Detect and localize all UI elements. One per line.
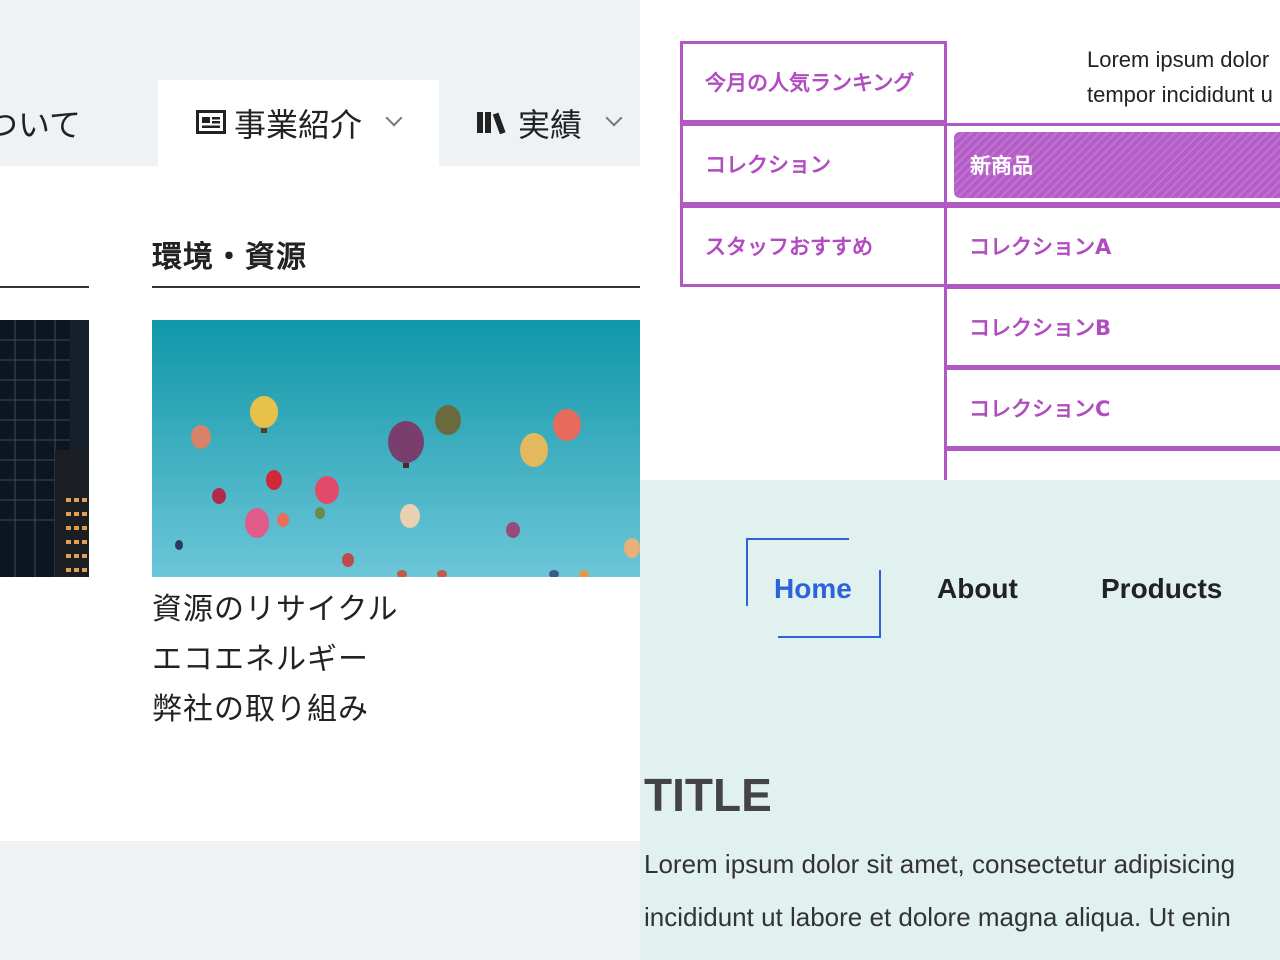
- body-text: Lorem ipsum dolor sit amet, consectetur …: [644, 838, 1280, 960]
- submenu-item-collection-b[interactable]: コレクションB: [944, 286, 1280, 368]
- menu-item-collection[interactable]: コレクション: [680, 123, 947, 205]
- submenu-item-new-products[interactable]: 新商品: [954, 132, 1280, 198]
- nav-frame-line: [879, 570, 881, 638]
- menu-item-label: コレクション: [705, 153, 831, 177]
- tab-about-label: ついて: [0, 106, 82, 144]
- submenu-item-collection-c[interactable]: コレクションC: [944, 367, 1280, 449]
- building-photo: [0, 320, 89, 577]
- dropdown-panel: 環境・資源 資源のリサイクル エコエネルギー 弊社の取り組み: [0, 166, 640, 841]
- menu-item-label: スタッフおすすめ: [705, 235, 873, 259]
- nav-about-link[interactable]: About: [937, 573, 1018, 605]
- lorem-line: tempor incididunt u: [1087, 82, 1273, 107]
- hot-air-balloons-photo: [152, 320, 640, 577]
- nav-frame-line: [746, 538, 748, 606]
- section-heading: 環境・資源: [152, 240, 307, 275]
- link-eco-energy[interactable]: エコエネルギー: [152, 634, 369, 678]
- submenu-item-label: コレクションC: [969, 397, 1111, 421]
- section-divider: [0, 286, 89, 288]
- lorem-text: Lorem ipsum dolor tempor incididunt u: [1087, 42, 1280, 112]
- link-our-initiatives[interactable]: 弊社の取り組み: [152, 684, 369, 728]
- chevron-down-icon: [605, 109, 623, 127]
- tab-about[interactable]: ついて: [0, 80, 81, 166]
- purple-menu-demo: Lorem ipsum dolor tempor incididunt u 今月…: [640, 0, 1280, 480]
- body-line: exercitation ullamco laboris nisi ut ali…: [644, 944, 1280, 960]
- page-title: TITLE: [644, 769, 772, 821]
- nav-frame-line: [746, 538, 849, 540]
- submenu-item-collection-a[interactable]: コレクションA: [944, 205, 1280, 287]
- chevron-down-icon: [385, 109, 403, 127]
- body-line: Lorem ipsum dolor sit amet, consectetur …: [644, 849, 1236, 879]
- menu-item-staff-picks[interactable]: スタッフおすすめ: [680, 205, 947, 287]
- submenu-item-label: コレクションB: [969, 316, 1112, 340]
- menu-item-monthly-ranking[interactable]: 今月の人気ランキング: [680, 41, 947, 123]
- nav-frame-line: [778, 636, 881, 638]
- books-icon: [476, 104, 510, 142]
- nav-products-link[interactable]: Products: [1101, 573, 1222, 605]
- tab-business-label: 事業紹介: [234, 106, 363, 144]
- submenu-item-label: 新商品: [970, 154, 1033, 178]
- link-resource-recycling[interactable]: 資源のリサイクル: [152, 584, 399, 628]
- tab-results[interactable]: 実績: [476, 80, 623, 166]
- lorem-line: Lorem ipsum dolor: [1087, 47, 1270, 72]
- nav-home-link[interactable]: Home: [774, 573, 852, 605]
- tab-results-label: 実績: [518, 106, 583, 144]
- section-divider: [152, 286, 640, 288]
- menu-item-label: 今月の人気ランキング: [705, 71, 915, 95]
- submenu-item-label: コレクションA: [969, 235, 1112, 259]
- body-line: incididunt ut labore et dolore magna ali…: [644, 902, 1231, 932]
- submenu-item-partial: [944, 448, 1280, 480]
- mega-menu-demo: ついて 事業紹介 実績 環境・資源 資源のリサイクル エコエネルギー 弊社の取り…: [0, 0, 640, 960]
- site-demo: Home About Products TITLE Lorem ipsum do…: [640, 480, 1280, 960]
- newspaper-icon: [196, 104, 226, 142]
- tab-business[interactable]: 事業紹介: [158, 80, 439, 166]
